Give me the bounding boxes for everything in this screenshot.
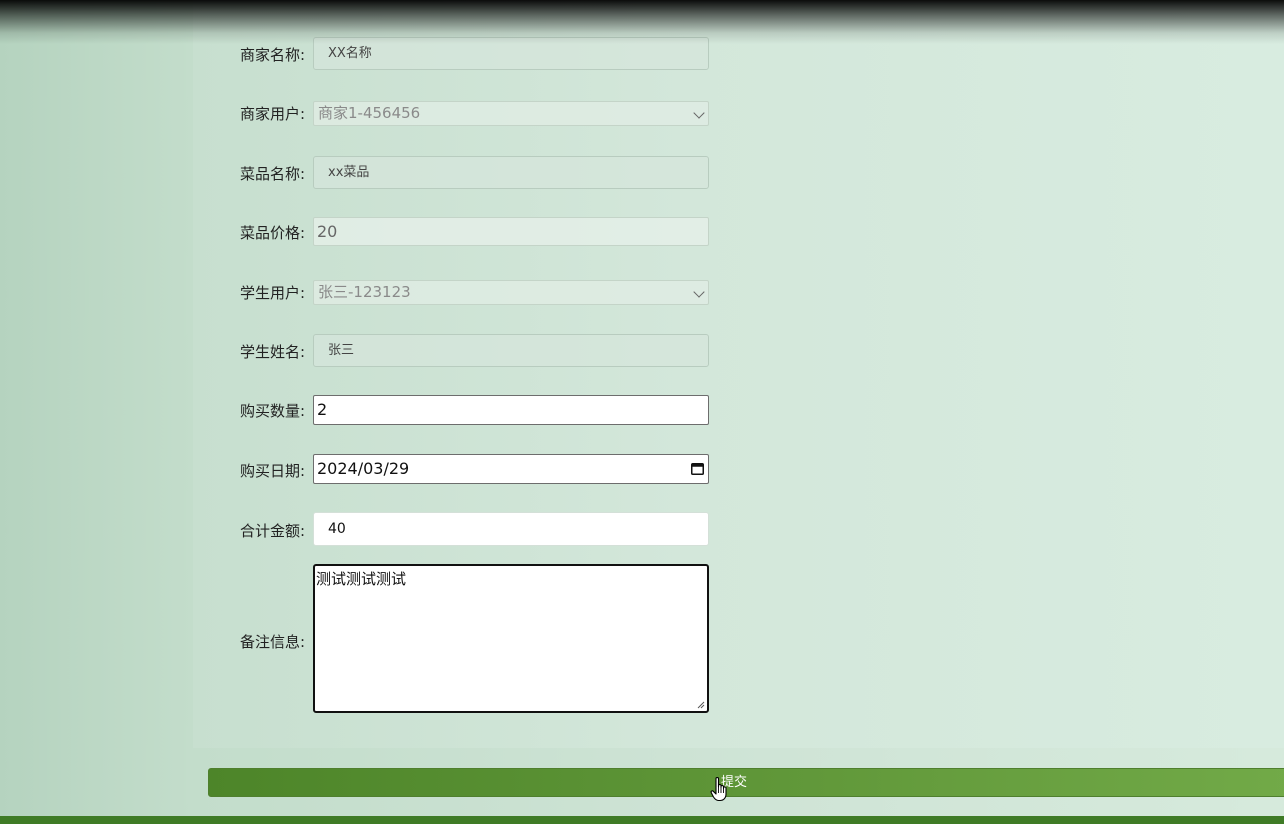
purchase-date-value: 2024/03/29: [317, 459, 410, 478]
total-amount-field[interactable]: 40: [313, 512, 709, 546]
student-user-value: 张三-123123: [318, 283, 411, 301]
student-user-row: 学生用户:: [240, 280, 312, 304]
remarks-textarea[interactable]: 测试测试测试: [313, 564, 709, 713]
chevron-down-icon: [693, 107, 705, 119]
student-user-select[interactable]: 张三-123123: [313, 280, 709, 305]
dish-price-label: 菜品价格:: [240, 223, 306, 242]
submit-button[interactable]: 提交: [208, 768, 1284, 797]
merchant-user-label: 商家用户:: [240, 104, 306, 123]
dish-name-value: xx菜品: [328, 165, 370, 180]
dish-price-value: 20: [317, 222, 338, 241]
dish-name-field[interactable]: xx菜品: [313, 156, 709, 189]
resize-handle-icon[interactable]: [697, 701, 705, 709]
purchase-date-label: 购买日期:: [240, 461, 306, 480]
purchase-date-row: 购买日期:: [240, 458, 312, 482]
merchant-name-label: 商家名称:: [240, 45, 306, 64]
total-amount-row: 合计金额:: [240, 518, 312, 542]
dish-name-label: 菜品名称:: [240, 164, 306, 183]
quantity-row: 购买数量:: [240, 398, 312, 422]
merchant-name-row: 商家名称:: [240, 42, 312, 66]
total-amount-label: 合计金额:: [240, 521, 306, 540]
merchant-user-value: 商家1-456456: [318, 104, 421, 122]
remarks-row: 备注信息:: [240, 629, 312, 653]
student-name-field[interactable]: 张三: [313, 334, 709, 367]
dish-price-input[interactable]: 20: [313, 217, 709, 246]
hand-pointer-icon: [710, 776, 727, 802]
remarks-value: 测试测试测试: [316, 570, 407, 588]
student-name-label: 学生姓名:: [240, 342, 306, 361]
merchant-user-select[interactable]: 商家1-456456: [313, 101, 709, 126]
student-user-label: 学生用户:: [240, 283, 306, 302]
dish-name-row: 菜品名称:: [240, 161, 312, 185]
quantity-input[interactable]: 2: [313, 395, 709, 425]
purchase-date-input[interactable]: 2024/03/29: [313, 454, 709, 484]
quantity-label: 购买数量:: [240, 401, 306, 420]
merchant-user-row: 商家用户:: [240, 101, 312, 125]
calendar-icon[interactable]: [691, 462, 704, 475]
merchant-name-value: XX名称: [328, 46, 372, 61]
student-name-row: 学生姓名:: [240, 339, 312, 363]
student-name-value: 张三: [328, 343, 355, 358]
dish-price-row: 菜品价格:: [240, 220, 312, 244]
chevron-down-icon: [693, 286, 705, 298]
quantity-value: 2: [317, 400, 328, 419]
merchant-name-field[interactable]: XX名称: [313, 37, 709, 70]
bottom-bar: [0, 816, 1284, 824]
remarks-label: 备注信息:: [240, 632, 306, 651]
total-amount-value: 40: [328, 521, 346, 537]
